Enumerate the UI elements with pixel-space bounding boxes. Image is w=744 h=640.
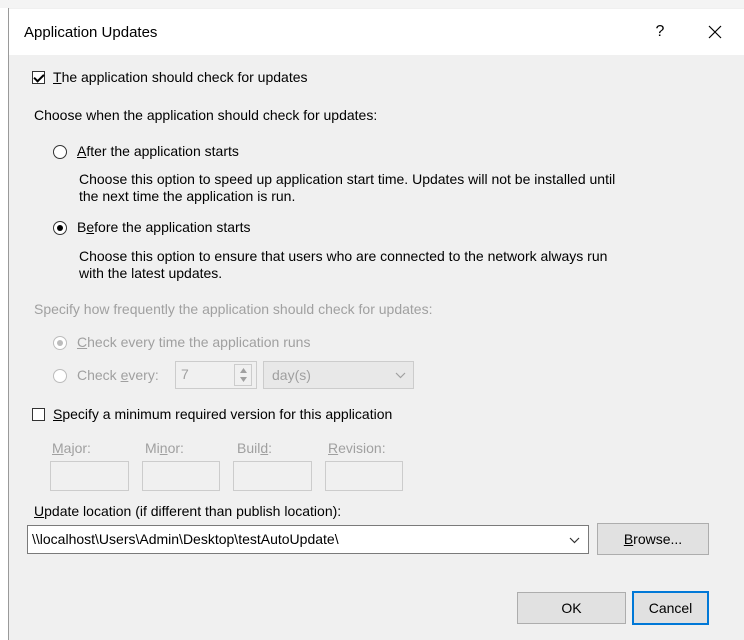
close-button[interactable] [693, 14, 737, 50]
when-heading: Choose when the application should check… [34, 107, 378, 123]
before-start-label[interactable]: Before the application starts [77, 219, 251, 235]
revision-label: Revision: [328, 440, 386, 456]
minor-label: Minor: [145, 440, 184, 456]
major-field[interactable] [50, 461, 129, 491]
update-location-value: \\localhost\Users\Admin\Desktop\testAuto… [32, 531, 339, 547]
chevron-down-icon[interactable] [569, 537, 580, 544]
interval-value: 7 [181, 366, 189, 382]
interval-spin[interactable] [234, 364, 252, 386]
after-start-description: Choose this option to speed up applicati… [79, 171, 616, 204]
dialog-title: Application Updates [24, 24, 158, 41]
spin-down-icon[interactable] [240, 377, 247, 382]
revision-field[interactable] [325, 461, 403, 491]
min-version-checkbox[interactable] [32, 408, 45, 421]
cancel-button[interactable]: Cancel [632, 591, 709, 625]
close-icon [708, 25, 722, 39]
before-start-description: Choose this option to ensure that users … [79, 248, 608, 281]
frequency-heading: Specify how frequently the application s… [34, 301, 433, 317]
check-every-n-label[interactable]: Check every: [77, 367, 159, 383]
ok-button[interactable]: OK [517, 592, 626, 624]
update-location-combobox[interactable]: \\localhost\Users\Admin\Desktop\testAuto… [27, 525, 589, 554]
chevron-down-icon [395, 372, 406, 379]
check-every-run-radio[interactable] [53, 336, 67, 350]
major-label: Major: [52, 440, 91, 456]
before-start-radio[interactable] [53, 221, 67, 235]
help-button[interactable]: ? [640, 14, 680, 50]
build-field[interactable] [233, 461, 312, 491]
after-start-radio[interactable] [53, 145, 67, 159]
spin-up-icon[interactable] [240, 368, 247, 373]
build-label: Build: [237, 440, 273, 456]
browse-button[interactable]: Browse... [597, 523, 709, 555]
interval-unit-select[interactable]: day(s) [263, 361, 414, 389]
interval-unit-value: day(s) [272, 367, 311, 383]
background-window-edge [0, 8, 8, 640]
check-every-run-label[interactable]: Check every time the application runs [77, 334, 310, 350]
minor-field[interactable] [142, 461, 220, 491]
check-every-n-radio[interactable] [53, 369, 67, 383]
after-start-label[interactable]: After the application starts [77, 143, 239, 159]
interval-stepper[interactable]: 7 [175, 361, 257, 389]
min-version-label[interactable]: Specify a minimum required version for t… [53, 406, 392, 422]
update-location-label: Update location (if different than publi… [34, 503, 342, 519]
check-updates-label[interactable]: The application should check for updates [53, 69, 308, 85]
check-updates-checkbox[interactable] [32, 71, 45, 84]
